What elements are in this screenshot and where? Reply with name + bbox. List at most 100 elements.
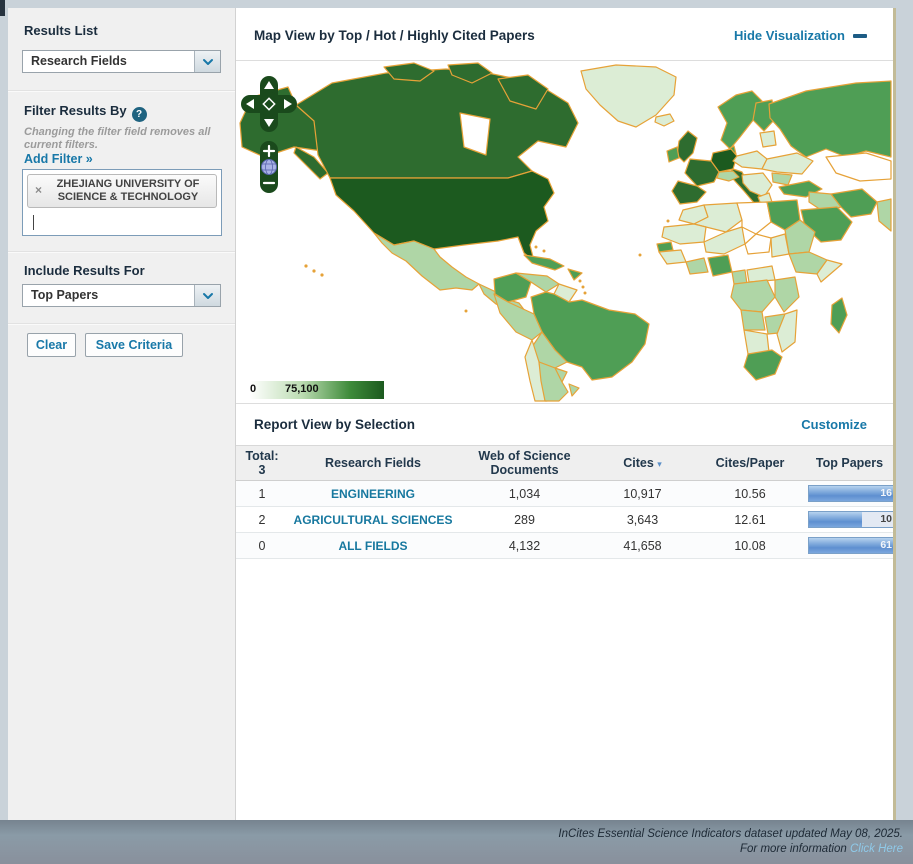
- island-dot: [639, 254, 642, 257]
- include-results-label: Include Results For: [24, 263, 145, 278]
- filter-input-box[interactable]: × ZHEJIANG UNIVERSITY OF SCIENCE & TECHN…: [22, 169, 222, 236]
- map-view[interactable]: 0 75,100: [236, 60, 893, 404]
- clear-button[interactable]: Clear: [27, 333, 76, 357]
- country-russia: [769, 81, 891, 157]
- report-view-title: Report View by Selection: [254, 417, 415, 432]
- west-africa: [686, 258, 708, 274]
- country-drc: [731, 280, 775, 312]
- country-cameroon: [732, 270, 747, 284]
- island-dot: [535, 246, 538, 249]
- filter-sidebar: Results List Research Fields Filter Resu…: [8, 8, 236, 820]
- country-cuba: [524, 255, 564, 270]
- close-icon[interactable]: ×: [35, 184, 42, 196]
- map-view-title: Map View by Top / Hot / Highly Cited Pap…: [254, 28, 535, 43]
- help-icon[interactable]: ?: [132, 107, 147, 122]
- bar-fill: [809, 512, 862, 527]
- add-filter-link[interactable]: Add Filter »: [24, 152, 93, 166]
- rank-cell: 1: [236, 481, 288, 507]
- filter-tag-label: ZHEJIANG UNIVERSITY OF SCIENCE & TECHNOL…: [28, 175, 216, 204]
- island-dot: [579, 280, 582, 283]
- text-caret: [33, 215, 34, 230]
- hide-visualization-link[interactable]: Hide Visualization: [734, 28, 867, 43]
- field-link[interactable]: ENGINEERING: [331, 487, 415, 501]
- country-ireland: [667, 147, 679, 162]
- country-romania: [772, 173, 792, 185]
- divider: [8, 251, 235, 253]
- top-papers-bar[interactable]: 61: [808, 537, 896, 554]
- field-cell: ENGINEERING: [288, 481, 458, 507]
- table-row: 2 AGRICULTURAL SCIENCES 289 3,643 12.61 …: [236, 507, 893, 533]
- cites-paper-cell: 10.56: [694, 481, 806, 507]
- include-results-select[interactable]: Top Papers: [22, 284, 221, 307]
- page-footer: InCites Essential Science Indicators dat…: [0, 820, 913, 864]
- column-header-cites[interactable]: Cites ▾: [591, 446, 694, 481]
- country-angola: [741, 310, 765, 330]
- filter-by-label: Filter Results By?: [24, 103, 147, 122]
- docs-cell: 1,034: [458, 481, 591, 507]
- more-info-text: For more information Click Here: [558, 842, 903, 857]
- rank-cell: 2: [236, 507, 288, 533]
- customize-link[interactable]: Customize: [801, 417, 867, 432]
- table-row: 0 ALL FIELDS 4,132 41,658 10.08 61: [236, 533, 893, 559]
- afghan-pakistan: [877, 199, 891, 231]
- country-uruguay: [569, 384, 579, 396]
- chevron-down-icon[interactable]: [194, 51, 220, 72]
- docs-cell: 4,132: [458, 533, 591, 559]
- scrollbar-track[interactable]: [893, 8, 896, 820]
- island-dot: [543, 250, 546, 253]
- chevron-down-icon[interactable]: [194, 285, 220, 306]
- legend-max: 75,100: [285, 383, 319, 395]
- countries-layer[interactable]: [240, 63, 891, 401]
- country-uk: [677, 131, 697, 162]
- cites-cell: 41,658: [591, 533, 694, 559]
- cites-paper-cell: 10.08: [694, 533, 806, 559]
- island-dot: [465, 310, 468, 313]
- include-results-value: Top Papers: [31, 285, 98, 306]
- country-nigeria: [708, 255, 732, 276]
- field-cell: ALL FIELDS: [288, 533, 458, 559]
- field-cell: AGRICULTURAL SCIENCES: [288, 507, 458, 533]
- globe-icon[interactable]: [262, 160, 277, 175]
- click-here-link[interactable]: Click Here: [850, 843, 903, 855]
- top-papers-cell: 10: [806, 507, 893, 533]
- results-list-label: Results List: [24, 23, 98, 38]
- docs-cell: 289: [458, 507, 591, 533]
- east-africa: [775, 277, 799, 312]
- table-row: 1 ENGINEERING 1,034 10,917 10.56 16: [236, 481, 893, 507]
- legend-min: 0: [250, 383, 256, 395]
- report-table: Total:3 Research Fields Web of Science D…: [236, 445, 893, 559]
- divider: [8, 90, 235, 92]
- filter-tag[interactable]: × ZHEJIANG UNIVERSITY OF SCIENCE & TECHN…: [27, 174, 217, 208]
- central-african-rep: [747, 266, 775, 282]
- results-list-value: Research Fields: [31, 51, 127, 72]
- map-zoom-control[interactable]: [260, 141, 278, 193]
- minus-icon: [853, 34, 867, 38]
- save-criteria-button[interactable]: Save Criteria: [85, 333, 183, 357]
- field-link[interactable]: ALL FIELDS: [338, 539, 407, 553]
- results-list-select[interactable]: Research Fields: [22, 50, 221, 73]
- column-header-top-papers[interactable]: Top Papers: [806, 446, 893, 481]
- country-argentina: [539, 362, 568, 401]
- column-header-docs[interactable]: Web of Science Documents: [458, 446, 591, 481]
- world-map[interactable]: [236, 61, 893, 404]
- island-dot: [320, 273, 323, 276]
- column-header-research-fields[interactable]: Research Fields: [288, 446, 458, 481]
- bar-value: 61: [880, 539, 892, 551]
- top-papers-bar[interactable]: 10: [808, 511, 896, 528]
- country-kazakhstan: [826, 153, 891, 181]
- country-namibia: [744, 330, 769, 354]
- rank-cell: 0: [236, 533, 288, 559]
- report-header: Report View by Selection Customize: [236, 404, 893, 445]
- country-usa: [330, 171, 554, 261]
- island-dot: [584, 292, 587, 295]
- column-header-cites-paper[interactable]: Cites/Paper: [694, 446, 806, 481]
- top-papers-bar[interactable]: 16: [808, 485, 896, 502]
- divider: [8, 323, 235, 325]
- country-south-africa: [744, 350, 782, 380]
- country-guinea: [659, 250, 686, 264]
- bar-value: 10: [880, 513, 892, 525]
- dataset-updated-text: InCites Essential Science Indicators dat…: [558, 827, 903, 842]
- top-papers-cell: 61: [806, 533, 893, 559]
- column-header-total: Total:3: [236, 446, 288, 481]
- field-link[interactable]: AGRICULTURAL SCIENCES: [294, 513, 453, 527]
